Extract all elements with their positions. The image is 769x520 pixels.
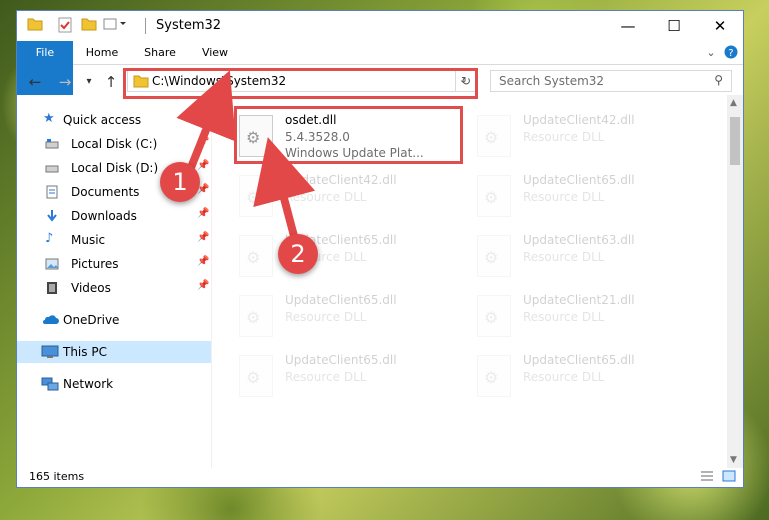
annotation-arrows <box>176 70 316 238</box>
step-2-badge: 2 <box>278 234 318 274</box>
arrow-to-file <box>253 137 316 238</box>
arrow-to-address <box>176 70 236 172</box>
step-1-badge: 1 <box>160 162 200 202</box>
